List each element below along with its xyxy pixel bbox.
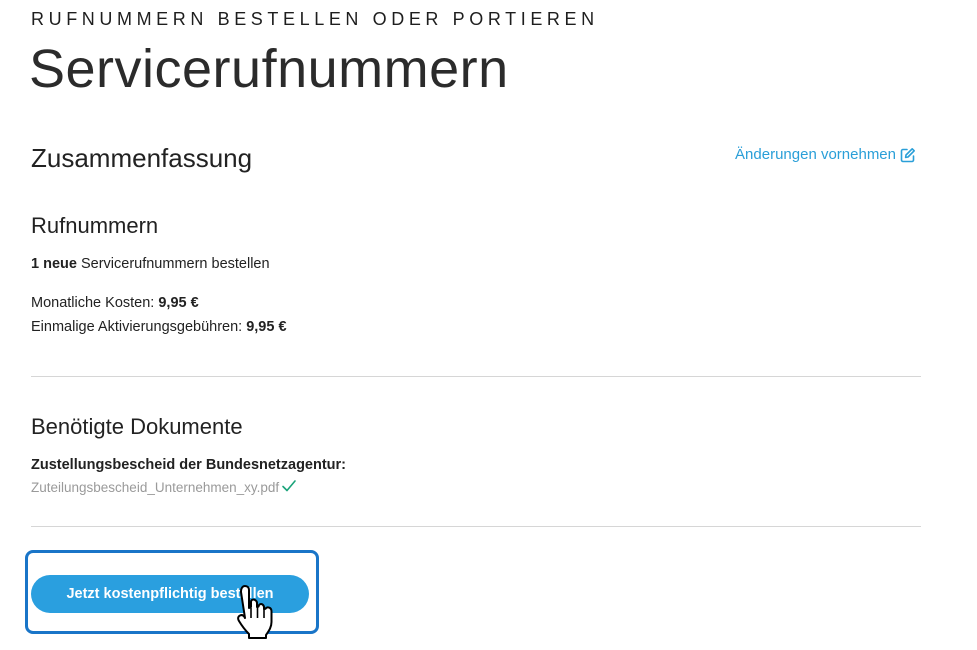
- order-summary-line: 1 neue Servicerufnummern bestellen: [31, 256, 270, 272]
- edit-link[interactable]: Änderungen vornehmen: [735, 146, 916, 163]
- required-document-label: Zustellungsbescheid der Bundesnetzagentu…: [31, 457, 347, 473]
- activation-fee-value: 9,95 €: [246, 319, 287, 335]
- monthly-cost-label: Monatliche Kosten:: [31, 295, 159, 311]
- monthly-cost-line: Monatliche Kosten: 9,95 €: [31, 295, 199, 311]
- page-eyebrow: RUFNUMMERN BESTELLEN ODER PORTIEREN: [31, 9, 599, 29]
- divider: [31, 526, 921, 527]
- file-name: Zuteilungsbescheid_Unternehmen_xy.pdf: [31, 480, 280, 495]
- section-title-dokumente: Benötigte Dokumente: [31, 414, 243, 439]
- uploaded-file[interactable]: Zuteilungsbescheid_Unternehmen_xy.pdf: [31, 479, 297, 496]
- order-count: 1 neue: [31, 256, 77, 272]
- edit-link-label: Änderungen vornehmen: [735, 146, 896, 163]
- activation-fee-label: Einmalige Aktivierungsgebühren:: [31, 319, 247, 335]
- section-title-rufnummern: Rufnummern: [31, 213, 159, 238]
- edit-icon: [900, 147, 916, 163]
- order-text: Servicerufnummern bestellen: [76, 256, 270, 272]
- monthly-cost-value: 9,95 €: [158, 295, 199, 311]
- divider: [31, 376, 921, 377]
- hand-pointer-icon: [236, 584, 280, 645]
- checkmark-icon: [281, 479, 297, 496]
- page-title: Servicerufnummern: [29, 39, 509, 99]
- activation-fee-line: Einmalige Aktivierungsgebühren: 9,95 €: [31, 319, 287, 335]
- summary-title: Zusammenfassung: [31, 143, 253, 173]
